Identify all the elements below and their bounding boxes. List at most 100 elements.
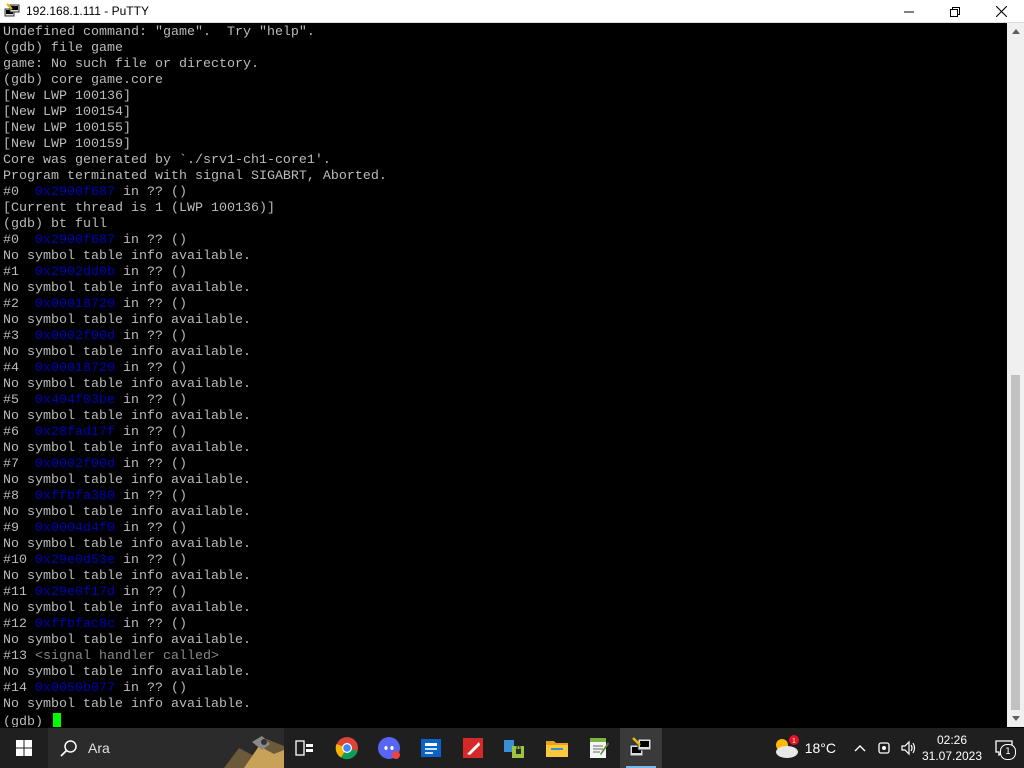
- minimize-button[interactable]: [886, 0, 932, 23]
- terminal-text: (gdb): [3, 715, 51, 727]
- taskbar-clock[interactable]: 02:26 31.07.2023: [920, 732, 984, 764]
- chevron-down-icon: [1011, 716, 1020, 721]
- frame-address: 0x2900f687: [35, 185, 115, 200]
- terminal-text: in ?? (): [114, 585, 187, 600]
- terminal-line: #3 0x0002f00d in ?? (): [3, 329, 387, 345]
- scroll-down-button[interactable]: [1007, 710, 1024, 727]
- terminal-text: #2: [3, 297, 35, 312]
- terminal-line: [Current thread is 1 (LWP 100136)]: [3, 201, 387, 217]
- svg-text:1: 1: [792, 738, 796, 745]
- frame-address: 0x29e0d53e: [35, 553, 115, 568]
- terminal-text: #6: [3, 425, 35, 440]
- show-hidden-icons-button[interactable]: [848, 728, 872, 768]
- taskbar-file-explorer[interactable]: [536, 728, 578, 768]
- frame-address: 0xffbfac8c: [35, 617, 115, 632]
- terminal-line: #10 0x29e0d53e in ?? (): [3, 553, 387, 569]
- discord-icon: [378, 737, 400, 759]
- terminal-text: in ?? (): [114, 457, 187, 472]
- terminal-area[interactable]: Undefined command: "game". Try "help". (g…: [0, 23, 1007, 727]
- tray-volume[interactable]: [896, 728, 920, 768]
- taskbar-search[interactable]: Ara: [48, 728, 284, 768]
- terminal-text: in ?? (): [114, 185, 187, 200]
- terminal-text: [Current thread is 1 (LWP 100136)]: [3, 201, 275, 216]
- terminal-line: No symbol table info available.: [3, 281, 387, 297]
- tray-meet-now[interactable]: [872, 728, 896, 768]
- taskbar-security-app[interactable]: [494, 728, 536, 768]
- system-tray: 1 18°C 02:26 31.07.2023 1: [771, 728, 1024, 768]
- terminal-text: #9: [3, 521, 35, 536]
- taskbar-red-app[interactable]: [452, 728, 494, 768]
- terminal-text: No symbol table info available.: [3, 537, 251, 552]
- notepad-icon: [590, 738, 609, 758]
- terminal-line: Core was generated by `./srv1-ch1-core1'…: [3, 153, 387, 169]
- restore-button[interactable]: [932, 0, 978, 23]
- putty-app-icon: [4, 3, 20, 17]
- terminal-line: #7 0x0002f00d in ?? (): [3, 457, 387, 473]
- terminal-text: Undefined command: "game". Try "help".: [3, 25, 315, 40]
- window-titlebar[interactable]: 192.168.1.111 - PuTTY: [0, 0, 1024, 23]
- terminal-text: #14: [3, 681, 35, 696]
- action-center-button[interactable]: 1: [984, 728, 1024, 768]
- frame-address: 0x0002f00d: [35, 457, 115, 472]
- terminal-line: [New LWP 100154]: [3, 105, 387, 121]
- scroll-up-button[interactable]: [1007, 23, 1024, 40]
- frame-address: 0x00018720: [35, 297, 115, 312]
- terminal-text: (gdb) file game: [3, 41, 123, 56]
- terminal-text: #5: [3, 393, 35, 408]
- terminal-line: No symbol table info available.: [3, 633, 387, 649]
- vertical-scrollbar[interactable]: [1007, 23, 1024, 727]
- clock-time: 02:26: [936, 733, 968, 747]
- start-button[interactable]: [0, 728, 48, 768]
- chrome-icon: [335, 737, 358, 760]
- frame-address: 0x28fad17f: [35, 425, 115, 440]
- terminal-line: No symbol table info available.: [3, 249, 387, 265]
- close-icon: [995, 6, 1007, 17]
- close-button[interactable]: [978, 0, 1024, 23]
- terminal-text: in ?? (): [114, 233, 187, 248]
- terminal-text: in ?? (): [114, 361, 187, 376]
- terminal-line: #2 0x00018720 in ?? (): [3, 297, 387, 313]
- terminal-text: #0: [3, 233, 35, 248]
- terminal-text: #8: [3, 489, 35, 504]
- search-highlight-illustration: [204, 728, 284, 768]
- terminal-text: (gdb) bt full: [3, 217, 107, 232]
- terminal-line: No symbol table info available.: [3, 537, 387, 553]
- terminal-line: No symbol table info available.: [3, 697, 387, 713]
- terminal-line: #0 0x2900f687 in ?? (): [3, 185, 387, 201]
- taskbar-putty[interactable]: [620, 728, 662, 768]
- terminal-text: No symbol table info available.: [3, 601, 251, 616]
- terminal-text: No symbol table info available.: [3, 441, 251, 456]
- frame-address: 0x00018720: [35, 361, 115, 376]
- terminal-text: #10: [3, 553, 35, 568]
- taskbar-chrome[interactable]: [326, 728, 368, 768]
- terminal-text: [New LWP 100154]: [3, 105, 131, 120]
- terminal-line: #14 0x0050b077 in ?? (): [3, 681, 387, 697]
- terminal-text: game: No such file or directory.: [3, 57, 259, 72]
- chevron-up-icon: [854, 745, 866, 752]
- terminal-line: No symbol table info available.: [3, 473, 387, 489]
- minimize-icon: [904, 11, 914, 12]
- restore-icon: [950, 6, 960, 17]
- terminal-text: <signal handler called>: [35, 649, 219, 664]
- task-view-button[interactable]: [284, 728, 326, 768]
- taskbar-discord[interactable]: [368, 728, 410, 768]
- taskbar-notepad-plus[interactable]: [578, 728, 620, 768]
- red-app-icon: [463, 738, 483, 758]
- terminal-text: No symbol table info available.: [3, 665, 251, 680]
- terminal-line: (gdb) core game.core: [3, 73, 387, 89]
- terminal-text: in ?? (): [114, 553, 187, 568]
- weather-widget[interactable]: 1 18°C: [771, 735, 836, 761]
- terminal-text: in ?? (): [114, 489, 187, 504]
- terminal-line: #11 0x29e0f17d in ?? (): [3, 585, 387, 601]
- taskbar: Ara 1 18°C 02:26 31.07.2023 1: [0, 728, 1024, 768]
- terminal-text: No symbol table info available.: [3, 409, 251, 424]
- terminal-line: #6 0x28fad17f in ?? (): [3, 425, 387, 441]
- scrollbar-thumb[interactable]: [1011, 375, 1020, 710]
- terminal-text: #3: [3, 329, 35, 344]
- clock-date: 31.07.2023: [921, 749, 983, 763]
- terminal-line: [New LWP 100155]: [3, 121, 387, 137]
- terminal-line: No symbol table info available.: [3, 409, 387, 425]
- terminal-text: #13: [3, 649, 35, 664]
- taskbar-outlook[interactable]: [410, 728, 452, 768]
- frame-address: 0x0004d4f0: [35, 521, 115, 536]
